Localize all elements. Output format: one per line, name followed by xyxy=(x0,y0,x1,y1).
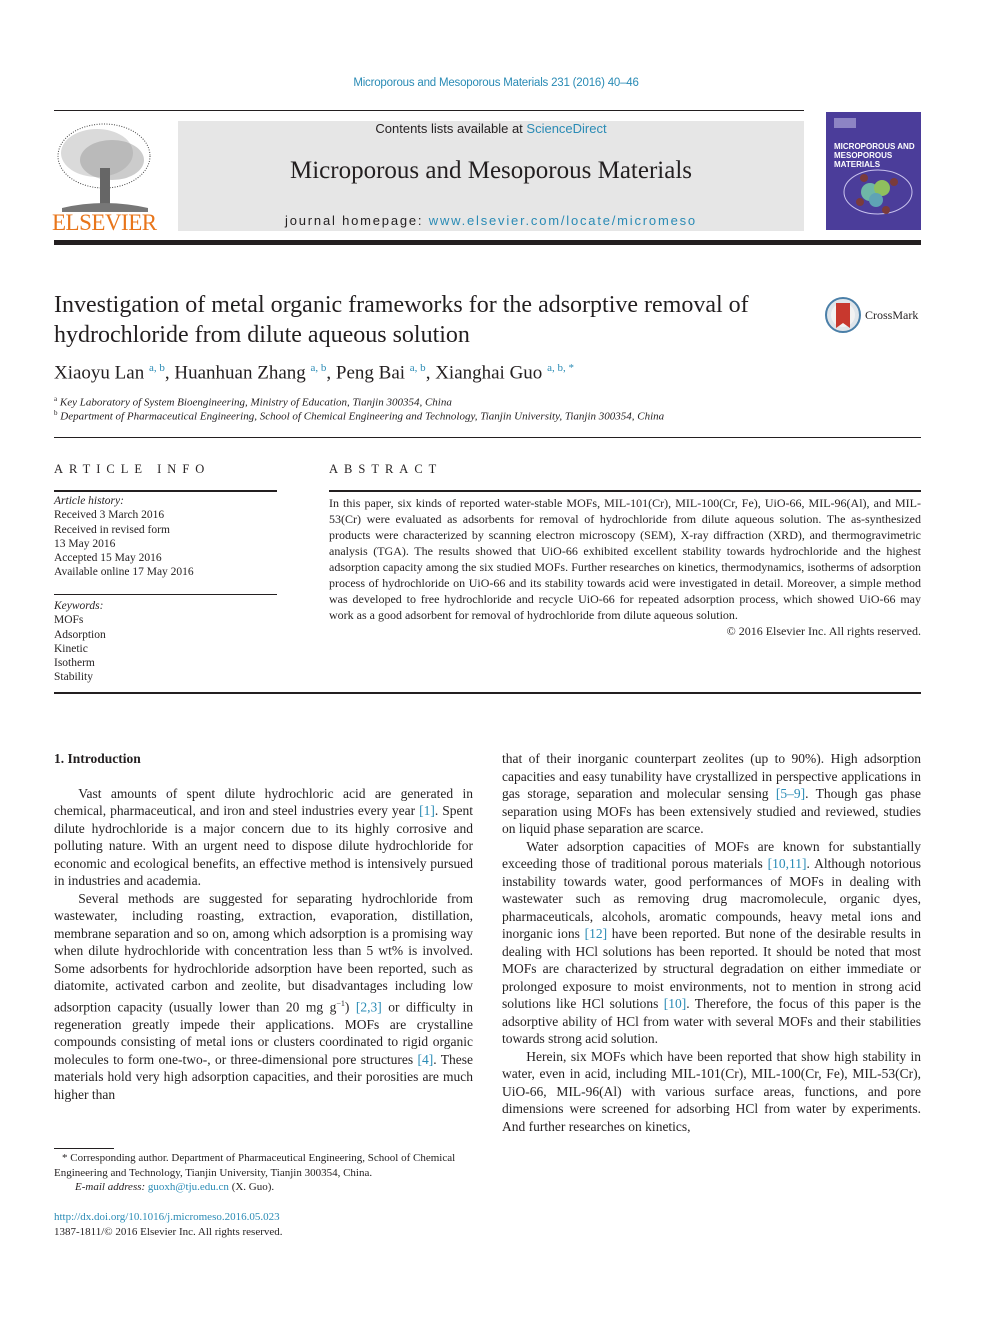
divider xyxy=(54,490,277,492)
paragraph: Vast amounts of spent dilute hydrochlori… xyxy=(54,785,473,890)
abstract-copyright: © 2016 Elsevier Inc. All rights reserved… xyxy=(726,624,921,638)
history-item: Available online 17 May 2016 xyxy=(54,566,194,579)
keyword: MOFs xyxy=(54,614,84,627)
author[interactable]: Huanhuan Zhang xyxy=(174,362,305,383)
doi-block: http://dx.doi.org/10.1016/j.micromeso.20… xyxy=(54,1210,474,1240)
cover-molecule-icon xyxy=(843,169,913,215)
abstract: In this paper, six kinds of reported wat… xyxy=(329,495,921,639)
affiliation-mark: b xyxy=(54,409,58,417)
paragraph: Herein, six MOFs which have been reporte… xyxy=(502,1048,921,1134)
citation-link[interactable]: [1] xyxy=(419,803,435,818)
text: Several methods are suggested for separa… xyxy=(54,890,473,1015)
contents-prefix: Contents lists available at xyxy=(375,121,527,136)
cover-title-line1: MICROPOROUS AND xyxy=(834,142,915,151)
email-link[interactable]: guoxh@tju.edu.cn xyxy=(148,1181,229,1193)
email-label: E-mail address: xyxy=(75,1181,148,1193)
author-affiliation-marks[interactable]: a, b xyxy=(311,362,327,374)
sciencedirect-link[interactable]: ScienceDirect xyxy=(526,121,606,136)
article-title: Investigation of metal organic framework… xyxy=(54,292,749,348)
homepage-line: journal homepage: www.elsevier.com/locat… xyxy=(178,213,804,228)
running-head[interactable]: Microporous and Mesoporous Materials 231… xyxy=(0,77,992,89)
superscript: −1 xyxy=(336,998,345,1008)
keyword: Kinetic xyxy=(54,642,88,655)
elsevier-wordmark: ELSEVIER xyxy=(52,210,157,235)
history-item: Accepted 15 May 2016 xyxy=(54,552,162,565)
affiliation-text: Department of Pharmaceutical Engineering… xyxy=(60,410,665,423)
citation-link[interactable]: [5–9] xyxy=(776,786,805,801)
citation-link[interactable]: [10] xyxy=(664,996,687,1011)
keywords: Keywords: MOFs Adsorption Kinetic Isothe… xyxy=(54,599,279,685)
corresponding-author-note: * Corresponding author. Department of Ph… xyxy=(54,1152,456,1179)
divider xyxy=(54,437,921,438)
crossmark-icon xyxy=(825,297,861,333)
history-item: Received in revised form xyxy=(54,523,170,536)
author[interactable]: Peng Bai xyxy=(336,362,405,383)
affiliation-b: b Department of Pharmaceutical Engineeri… xyxy=(54,409,924,423)
text: ) xyxy=(344,999,356,1014)
paragraph: Several methods are suggested for separa… xyxy=(54,890,473,1104)
keyword: Isotherm xyxy=(54,657,95,670)
author[interactable]: Xianghai Guo xyxy=(435,362,542,383)
doi-link[interactable]: http://dx.doi.org/10.1016/j.micromeso.20… xyxy=(54,1211,280,1223)
citation-link[interactable]: [10,11] xyxy=(768,856,807,871)
history-item: Received 3 March 2016 xyxy=(54,509,165,522)
footnote: * Corresponding author. Department of Ph… xyxy=(54,1151,474,1195)
keyword: Stability xyxy=(54,671,93,684)
body-column-right: that of their inorganic counterpart zeol… xyxy=(502,750,921,1135)
divider xyxy=(329,490,921,492)
homepage-link[interactable]: www.elsevier.com/locate/micromeso xyxy=(429,213,697,228)
author-affiliation-marks[interactable]: a, b xyxy=(149,362,165,374)
author[interactable]: Xiaoyu Lan xyxy=(54,362,144,383)
text: Vast amounts of spent dilute hydrochlori… xyxy=(54,785,473,819)
paragraph: that of their inorganic counterpart zeol… xyxy=(502,750,921,838)
journal-masthead: Contents lists available at ScienceDirec… xyxy=(178,121,804,231)
homepage-prefix: journal homepage: xyxy=(285,213,429,228)
citation-link[interactable]: [2,3] xyxy=(356,999,382,1014)
section-heading-introduction: 1. Introduction xyxy=(54,751,141,766)
affiliation-text: Key Laboratory of System Bioengineering,… xyxy=(59,396,452,409)
cover-logo xyxy=(834,118,856,128)
divider xyxy=(54,692,921,694)
masthead-rule xyxy=(54,240,921,245)
issn-copyright: 1387-1811/© 2016 Elsevier Inc. All right… xyxy=(54,1226,283,1238)
abstract-body: In this paper, six kinds of reported wat… xyxy=(329,496,921,622)
history-label: Article history: xyxy=(54,495,124,507)
keywords-label: Keywords: xyxy=(54,600,104,612)
author-list: Xiaoyu Lan a, b, Huanhuan Zhang a, b, Pe… xyxy=(54,362,574,384)
email-line: E-mail address: guoxh@tju.edu.cn (X. Guo… xyxy=(54,1180,474,1195)
author-affiliation-marks[interactable]: a, b xyxy=(410,362,426,374)
article-history: Article history: Received 3 March 2016 R… xyxy=(54,494,279,580)
top-rule xyxy=(54,110,804,111)
body-column-left: 1. Introduction Vast amounts of spent di… xyxy=(54,750,473,1103)
article-info-heading: ARTICLE INFO xyxy=(54,462,211,476)
journal-title: Microporous and Mesoporous Materials xyxy=(289,157,692,184)
affiliation-mark: a xyxy=(54,395,58,403)
abstract-heading: ABSTRACT xyxy=(329,462,443,476)
footnote-rule xyxy=(54,1148,114,1149)
author-affiliation-marks[interactable]: a, b, * xyxy=(547,362,574,374)
history-item: 13 May 2016 xyxy=(54,537,116,550)
email-suffix: (X. Guo). xyxy=(228,1181,275,1193)
citation-link[interactable]: [4] xyxy=(418,1052,434,1067)
keyword: Adsorption xyxy=(54,628,106,641)
crossmark-label: CrossMark xyxy=(865,308,919,322)
divider xyxy=(54,594,277,595)
crossmark-button[interactable]: CrossMark xyxy=(825,297,925,333)
citation-link[interactable]: [12] xyxy=(585,926,608,941)
journal-cover-thumbnail[interactable]: MICROPOROUS AND MESOPOROUS MATERIALS xyxy=(826,112,921,230)
paragraph: Water adsorption capacities of MOFs are … xyxy=(502,838,921,1048)
affiliation-a: a Key Laboratory of System Bioengineerin… xyxy=(54,395,924,409)
contents-line: Contents lists available at ScienceDirec… xyxy=(178,121,804,136)
